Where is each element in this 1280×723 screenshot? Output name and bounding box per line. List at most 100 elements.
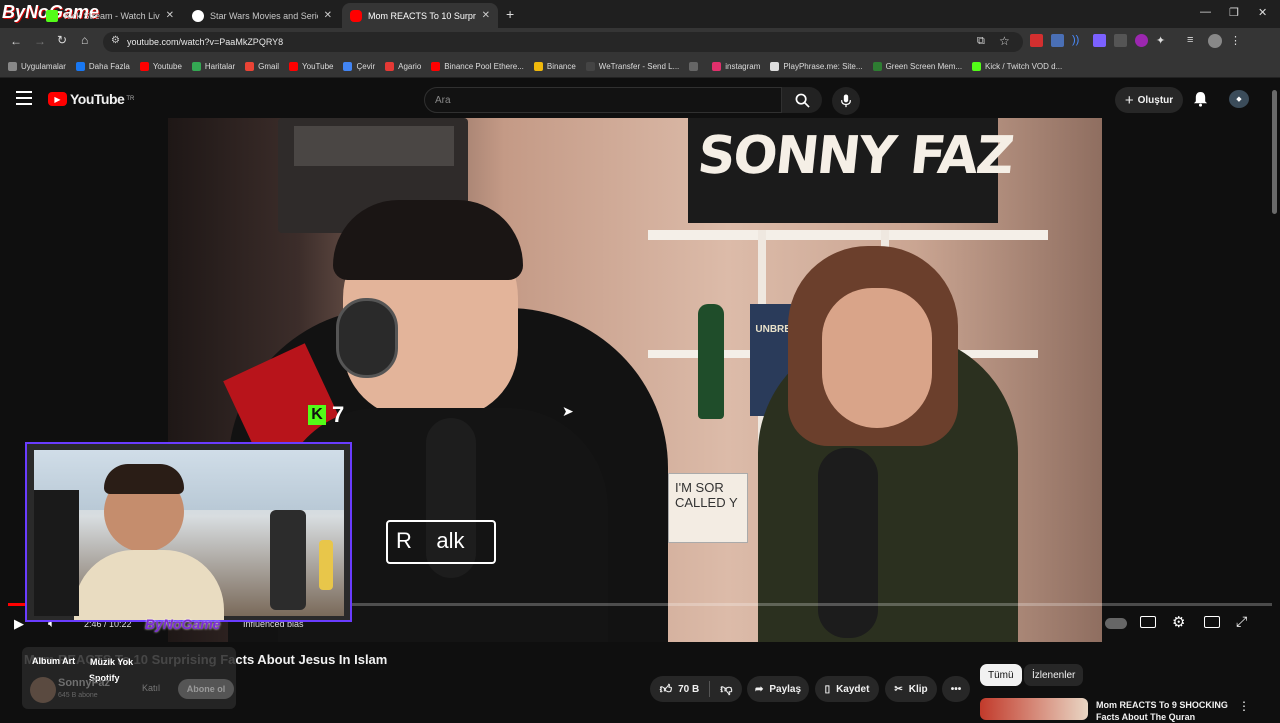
settings-gear-icon[interactable]: ⚙ [1172, 613, 1185, 631]
bookmark-item[interactable]: YouTube [289, 62, 333, 71]
bookmark-item[interactable]: Agario [385, 62, 421, 71]
subscriber-count: 645 B abone [58, 692, 98, 699]
up-next-title[interactable]: Mom REACTS To 9 SHOCKING Facts About The… [1096, 699, 1231, 723]
bookmark-favicon-icon [689, 62, 699, 71]
bookmark-item[interactable]: Kick / Twitch VOD d... [972, 62, 1062, 71]
account-avatar[interactable]: ◆ [1229, 90, 1249, 108]
shirt-logo: R alk [386, 520, 496, 564]
puzzle-icon[interactable]: ✦ [1156, 34, 1169, 47]
clip-button[interactable]: ✂ Klip [885, 676, 937, 702]
bookmark-favicon-icon [191, 62, 201, 71]
save-button[interactable]: ▯ Kaydet [815, 676, 879, 702]
search-button[interactable] [782, 87, 822, 113]
miniplayer-icon[interactable] [1204, 616, 1220, 628]
notifications-bell-icon[interactable] [1193, 91, 1208, 107]
bottle [319, 540, 333, 590]
bookmark-item[interactable]: Haritalar [191, 62, 236, 71]
extension-icon[interactable] [1030, 34, 1043, 47]
site-info-icon[interactable]: ⚙ [111, 35, 120, 46]
create-button[interactable]: + Oluştur [1115, 87, 1183, 113]
close-icon[interactable]: ✕ [482, 10, 490, 21]
play-icon[interactable]: ▶ [14, 616, 24, 632]
bookmark-favicon-icon [139, 62, 149, 71]
bookmark-item[interactable]: Gmail [245, 62, 279, 71]
like-dislike-group: 👍︎ 70 B 👎︎ [650, 676, 742, 702]
like-button[interactable]: 👍︎ 70 B [660, 682, 700, 697]
chip-watched[interactable]: İzlenenler [1024, 664, 1084, 686]
media-icon[interactable]: ≡ [1187, 34, 1200, 47]
search-input[interactable]: Ara [424, 87, 782, 113]
bookmark-item[interactable]: Çevir [343, 62, 375, 71]
channel-name[interactable]: SonnyFaz [58, 677, 110, 689]
close-window-icon[interactable]: ✕ [1258, 6, 1267, 19]
sonny-faz-sign: SONNY FAZ [694, 126, 1016, 186]
chair-dark [34, 490, 79, 616]
close-icon[interactable]: ✕ [324, 10, 332, 21]
cast-icon[interactable]: ⧉ [977, 35, 985, 48]
bookmark-item[interactable]: WeTransfer - Send L... [585, 62, 680, 71]
streamer-webcam-overlay [25, 442, 352, 622]
bookmark-label: Green Screen Mem... [885, 62, 963, 71]
tab-starwars[interactable]: Star Wars Movies and Series Vi ✕ [184, 3, 340, 28]
more-actions-button[interactable]: ••• [942, 676, 970, 702]
up-next-thumbnail[interactable] [980, 698, 1088, 720]
forward-icon[interactable]: → [34, 34, 46, 48]
bookmark-favicon-icon [289, 62, 299, 71]
bookmark-label: YouTube [302, 62, 334, 71]
extension-icon[interactable] [1135, 34, 1148, 47]
bookmark-favicon-icon [343, 62, 353, 71]
home-icon[interactable]: ⌂ [81, 33, 88, 47]
share-icon: ➦ [754, 683, 764, 695]
thumbs-down-icon[interactable]: 👎︎ [720, 682, 732, 697]
tab-youtube-active[interactable]: Mom REACTS To 10 Surprising ✕ [342, 3, 498, 28]
more-dots-icon: ••• [950, 683, 962, 695]
tab-kick[interactable]: Kick Stream - Watch Live ✕ [4, 3, 182, 28]
scissors-icon: ✂ [894, 683, 903, 695]
extension-icon[interactable] [1051, 34, 1064, 47]
bookmark-favicon-icon [972, 62, 982, 71]
youtube-logo[interactable]: ▶ YouTube TR [48, 91, 134, 107]
bookmark-item[interactable]: PlayPhrase.me: Site... [770, 62, 863, 71]
minimize-icon[interactable]: — [1200, 6, 1211, 18]
url-omnibox[interactable]: ⚙ youtube.com/watch?v=PaaMkZPQRY8 ⧉ ☆ [103, 32, 1023, 52]
close-icon[interactable]: ✕ [166, 10, 174, 21]
webcam-feed [34, 450, 344, 620]
extension-icon[interactable]: )) [1072, 34, 1085, 47]
voice-search-button[interactable] [832, 87, 860, 115]
page-scrollbar[interactable] [1272, 90, 1277, 214]
bookmark-item[interactable]: Youtube [139, 62, 182, 71]
bookmark-item[interactable] [689, 62, 702, 71]
bookmark-item[interactable]: Green Screen Mem... [872, 62, 963, 71]
join-button[interactable]: Katıl [142, 683, 160, 693]
chip-all[interactable]: Tümü [980, 664, 1022, 686]
bookmark-item[interactable]: Binance [533, 62, 576, 71]
kebab-menu-icon[interactable]: ⋮ [1230, 34, 1243, 47]
bookmark-label: Binance [546, 62, 576, 71]
bookmark-item[interactable]: Binance Pool Ethere... [431, 62, 524, 71]
hamburger-menu-icon[interactable] [16, 91, 32, 105]
reload-icon[interactable]: ↻ [57, 33, 67, 47]
fullscreen-icon[interactable]: ⤢ [1236, 613, 1247, 630]
extension-icon[interactable] [1093, 34, 1106, 47]
starwars-icon [192, 9, 204, 22]
bookmark-label: WeTransfer - Send L... [598, 62, 680, 71]
subscribe-button[interactable]: Abone ol [178, 679, 234, 699]
tab-title: Kick Stream - Watch Live [64, 10, 160, 21]
tab-title: Mom REACTS To 10 Surprising [368, 10, 476, 21]
up-next-menu-icon[interactable]: ⋮ [1238, 699, 1250, 713]
bookmark-icon: ▯ [824, 683, 831, 695]
bookmark-item[interactable]: Uygulamalar [8, 62, 66, 71]
new-tab-icon[interactable]: + [506, 6, 514, 22]
profile-avatar[interactable] [1208, 34, 1222, 48]
autoplay-toggle[interactable] [1105, 618, 1127, 629]
bookmark-item[interactable]: instagram [712, 62, 760, 71]
share-button[interactable]: ➦ Paylaş [747, 676, 809, 702]
extension-icon[interactable] [1114, 34, 1127, 47]
restore-icon[interactable]: ❐ [1229, 6, 1239, 19]
bookmark-label: Haritalar [204, 62, 236, 71]
bookmark-star-icon[interactable]: ☆ [999, 34, 1010, 48]
bookmark-favicon-icon [872, 62, 882, 71]
captions-icon[interactable] [1140, 616, 1156, 628]
back-icon[interactable]: ← [10, 34, 22, 48]
bookmark-item[interactable]: Daha Fazla [75, 62, 130, 71]
